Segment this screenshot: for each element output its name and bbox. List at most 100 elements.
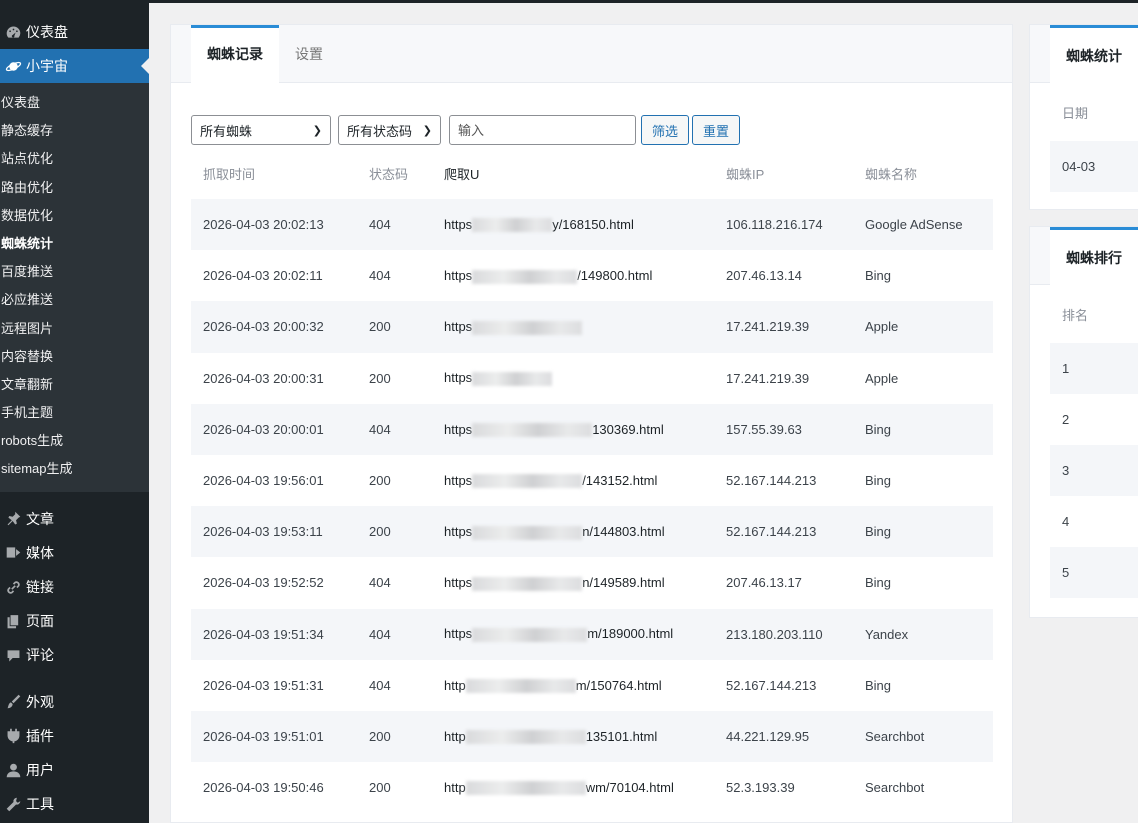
plugin-submenu: 仪表盘 静态缓存 站点优化 路由优化 数据优化 蜘蛛统计 百度推送 必应推送 远… (0, 83, 149, 492)
redacted-url-segment (472, 320, 583, 335)
cell-status-code: 404 (369, 421, 391, 437)
url-prefix: https (444, 472, 473, 488)
cell-crawl-time: 2026-04-03 19:50:46 (203, 780, 324, 796)
submenu-item-mobile-theme[interactable]: 手机主题 (0, 399, 149, 427)
table-row: 2026-04-03 20:00:32 200 https 17.241.219.39… (191, 301, 993, 353)
cell-status-code: 200 (369, 370, 391, 386)
menu-dashboard[interactable]: 仪表盘 (0, 15, 149, 49)
menu-tools[interactable]: 工具 (0, 787, 149, 821)
comment-icon (0, 647, 26, 664)
cell-ip: 52.167.144.213 (726, 524, 817, 540)
submenu-item-spider-stats[interactable]: 蜘蛛统计 (0, 230, 149, 258)
url-suffix: 135101.html (585, 728, 658, 744)
submenu-item-data-optimize[interactable]: 数据优化 (0, 202, 149, 230)
cell-url: https/149800.html (433, 268, 715, 284)
menu-appearance[interactable]: 外观 (0, 685, 149, 719)
redacted-url-segment (472, 576, 583, 591)
cell-ip: 207.46.13.17 (726, 575, 802, 591)
rank-row: 5 (1050, 547, 1138, 598)
cell-ip: 52.167.144.213 (726, 677, 817, 693)
menu-dashboard-label: 仪表盘 (26, 24, 68, 40)
cell-spider-name: Searchbot (865, 780, 925, 796)
submenu-item-remote-image[interactable]: 远程图片 (0, 315, 149, 343)
tab-spider-stats[interactable]: 蜘蛛统计 (1050, 25, 1138, 83)
cell-ip: 17.241.219.39 (726, 370, 810, 386)
table-row: 2026-04-03 20:00:31 200 https 17.241.219.39… (191, 353, 993, 404)
cell-spider-name: Bing (865, 524, 892, 540)
cell-crawl-time: 2026-04-03 19:52:52 (203, 575, 324, 591)
submenu-item-sitemap[interactable]: sitemap生成 (0, 455, 149, 483)
cell-crawl-time: 2026-04-03 20:00:31 (203, 370, 324, 386)
menu-users[interactable]: 用户 (0, 753, 149, 787)
cell-url: http 135101.html (433, 729, 715, 745)
redacted-url-segment (472, 474, 583, 489)
url-prefix: http (444, 728, 466, 744)
menu-media[interactable]: 媒体 (0, 536, 149, 570)
redacted-url-segment (472, 269, 578, 284)
submenu-item-dashboard[interactable]: 仪表盘 (0, 89, 149, 117)
cell-status-code: 200 (369, 780, 391, 796)
submenu-item-route-optimize[interactable]: 路由优化 (0, 174, 149, 202)
submenu-item-content-replace[interactable]: 内容替换 (0, 343, 149, 371)
table-row: 2026-04-03 19:51:34 404 https m/189000.html… (191, 608, 993, 660)
url-prefix: https (444, 575, 473, 591)
cell-spider-name: Searchbot (865, 728, 925, 744)
url-suffix: /143152.html (582, 472, 658, 488)
submenu-item-static-cache[interactable]: 静态缓存 (0, 117, 149, 145)
reset-button[interactable]: 重置 (692, 115, 741, 145)
rank-row: 1 (1050, 343, 1138, 394)
plugin-icon (0, 727, 26, 744)
rank-row: 4 (1062, 514, 1070, 529)
tab-spider-rank[interactable]: 蜘蛛排行 (1050, 227, 1138, 285)
cell-url: http m/150764.html (433, 678, 715, 694)
redacted-url-segment (465, 730, 586, 745)
menu-comments-label: 评论 (26, 647, 54, 664)
submenu-item-site-optimize[interactable]: 站点优化 (0, 145, 149, 173)
cell-url: https (433, 370, 715, 386)
cell-spider-name: Bing (865, 575, 892, 591)
wrench-icon (0, 796, 26, 813)
submenu-item-baidu-push[interactable]: 百度推送 (0, 258, 149, 286)
cell-status-code: 404 (369, 626, 391, 642)
menu-plugins[interactable]: 插件 (0, 719, 149, 753)
admin-sidebar: 仪表盘 小宇宙 仪表盘 静态缓存 站点优化 路由优化 数据优化 蜘蛛统计 百度推… (0, 3, 149, 823)
cell-ip: 52.3.193.39 (726, 780, 795, 796)
media-icon (0, 544, 26, 561)
cell-crawl-time: 2026-04-03 20:00:32 (203, 319, 324, 335)
cell-url: https m/189000.html (433, 626, 715, 642)
url-prefix: https (444, 421, 473, 437)
col-url: 爬取U (444, 166, 480, 182)
rank-header: 排名 (1062, 307, 1089, 323)
table-row: 2026-04-03 20:00:01 404 https 130369.html 15… (191, 403, 993, 455)
submenu-item-robots[interactable]: robots生成 (0, 427, 149, 455)
menu-pages[interactable]: 页面 (0, 604, 149, 638)
submenu-item-bing-push[interactable]: 必应推送 (0, 286, 149, 314)
menu-posts[interactable]: 文章 (0, 502, 149, 536)
submenu-item-article-refresh[interactable]: 文章翻新 (0, 371, 149, 399)
redacted-url-segment (472, 218, 553, 233)
menu-comments[interactable]: 评论 (0, 638, 149, 672)
spider-select[interactable]: 所有蜘蛛 ❯ (191, 115, 331, 145)
status-select[interactable]: 所有状态码 ❯ (338, 115, 441, 145)
menu-plugin-xiaoyuzhou[interactable]: 小宇宙 (0, 49, 149, 83)
cell-ip: 157.55.39.63 (726, 421, 802, 437)
page-icon (0, 613, 26, 630)
cell-spider-name: Google AdSense (865, 217, 963, 233)
tab-settings[interactable]: 设置 (279, 25, 339, 83)
url-suffix: wm/70104.html (585, 779, 674, 795)
cell-url: https 130369.html (433, 422, 715, 438)
admin-bar (0, 0, 1138, 3)
table-row: 2026-04-03 20:02:11 404 https/149800.html 2… (191, 250, 993, 301)
cell-url: https n/144803.html (433, 524, 715, 540)
cell-spider-name: Yandex (865, 626, 909, 642)
menu-links[interactable]: 链接 (0, 570, 149, 604)
cell-crawl-time: 2026-04-03 19:51:31 (203, 677, 324, 693)
cell-url: https n/149589.html (433, 575, 715, 591)
filter-button[interactable]: 筛选 (641, 115, 690, 145)
cell-ip: 106.118.216.174 (726, 217, 823, 233)
tab-spider-log[interactable]: 蜘蛛记录 (191, 25, 279, 83)
search-input[interactable] (449, 115, 636, 145)
spider-rank-card: 蜘蛛排行 排名 1 2 3 4 5 (1029, 226, 1138, 618)
redacted-url-segment (465, 781, 586, 796)
cell-ip: 213.180.203.110 (726, 626, 823, 642)
